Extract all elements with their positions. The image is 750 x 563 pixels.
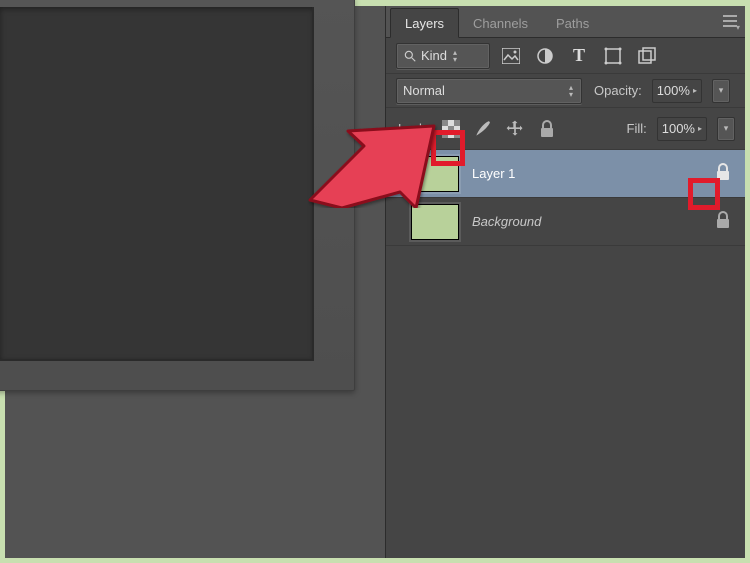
lock-icon [715, 163, 731, 184]
blend-mode-value: Normal [403, 83, 445, 98]
filter-smartobject-icon[interactable] [636, 46, 658, 66]
lock-icon [715, 211, 731, 232]
tab-channels[interactable]: Channels [459, 9, 542, 37]
tab-paths[interactable]: Paths [542, 9, 603, 37]
canvas[interactable] [0, 7, 314, 361]
lock-all-button[interactable] [535, 117, 559, 141]
canvas-area [5, 6, 385, 558]
filter-adjustment-icon[interactable] [534, 46, 556, 66]
fill-value: 100% [662, 121, 695, 136]
chevron-right-icon: ▸ [698, 124, 702, 133]
opacity-slider-toggle[interactable]: ▾ [712, 79, 730, 103]
layer-thumbnail[interactable] [412, 205, 458, 239]
blend-mode-dropdown[interactable]: Normal ▴▾ [396, 78, 582, 104]
filter-pixel-icon[interactable] [500, 46, 522, 66]
stepper-icon: ▴▾ [569, 84, 573, 98]
panel-menu-icon[interactable] [719, 12, 741, 30]
layer-name[interactable]: Layer 1 [472, 166, 701, 181]
opacity-value: 100% [657, 83, 690, 98]
fill-slider-toggle[interactable]: ▾ [717, 117, 735, 141]
layer-row[interactable]: Layer 1 [386, 150, 745, 198]
tab-layers[interactable]: Layers [390, 8, 459, 38]
app-window: Layers Channels Paths Kind ▴▾ T Normal [5, 6, 745, 558]
chevron-down-icon: ▾ [724, 123, 729, 134]
search-icon [403, 49, 417, 63]
layers-panel: Layers Channels Paths Kind ▴▾ T Normal [385, 6, 745, 558]
blend-row: Normal ▴▾ Opacity: 100% ▸ ▾ [386, 74, 745, 108]
layer-thumbnail[interactable] [412, 157, 458, 191]
filter-row: Kind ▴▾ T [386, 38, 745, 74]
lock-buttons [439, 117, 559, 141]
layer-name[interactable]: Background [472, 214, 701, 229]
lock-row: Lock: Fill: 100% ▸ ▾ [386, 108, 745, 150]
lock-pixels-button[interactable] [471, 117, 495, 141]
layer-list: Layer 1 Background [386, 150, 745, 246]
layer-row[interactable]: Background [386, 198, 745, 246]
panel-tabs: Layers Channels Paths [386, 6, 745, 38]
fill-label: Fill: [627, 121, 647, 136]
filter-type-icon[interactable]: T [568, 46, 590, 66]
filter-kind-dropdown[interactable]: Kind ▴▾ [396, 43, 490, 69]
opacity-field[interactable]: 100% ▸ [652, 79, 702, 103]
stepper-icon: ▴▾ [453, 49, 457, 63]
lock-label: Lock: [398, 121, 429, 136]
filter-shape-icon[interactable] [602, 46, 624, 66]
lock-position-button[interactable] [503, 117, 527, 141]
filter-kind-label: Kind [421, 48, 447, 63]
fill-field[interactable]: 100% ▸ [657, 117, 707, 141]
opacity-label: Opacity: [594, 83, 642, 98]
chevron-right-icon: ▸ [693, 86, 697, 95]
document-window [0, 0, 355, 391]
lock-transparency-button[interactable] [439, 117, 463, 141]
filter-icons: T [500, 46, 658, 66]
chevron-down-icon: ▾ [719, 85, 724, 96]
